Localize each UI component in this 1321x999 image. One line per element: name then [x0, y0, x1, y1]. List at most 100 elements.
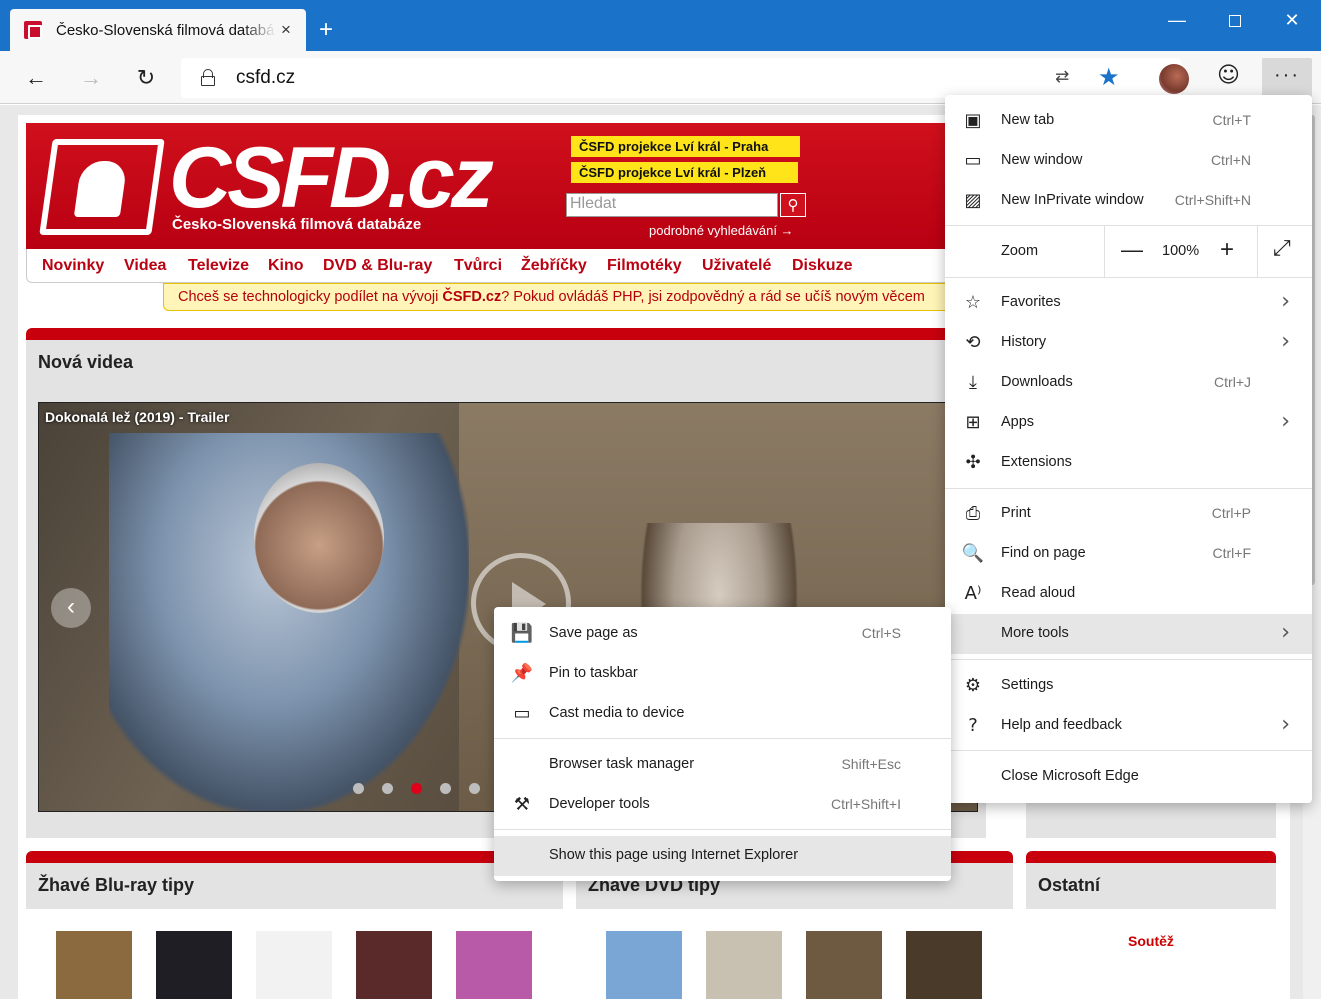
- movie-poster[interactable]: [156, 931, 232, 999]
- slider-dot[interactable]: [382, 783, 393, 794]
- nav-diskuze[interactable]: Diskuze: [792, 257, 852, 275]
- url-text[interactable]: csfd.cz: [236, 67, 295, 89]
- nav-videa[interactable]: Videa: [124, 257, 166, 275]
- favorite-star-icon[interactable]: ★: [1098, 63, 1120, 91]
- zoom-out-button[interactable]: —: [1121, 237, 1143, 263]
- movie-poster[interactable]: [56, 931, 132, 999]
- menu-label: Read aloud: [1001, 585, 1076, 601]
- submenu-label: Save page as: [549, 625, 638, 641]
- menu-inprivate-window[interactable]: ▨ New InPrivate window Ctrl+Shift+N: [945, 181, 1312, 221]
- settings-more-button[interactable]: ···: [1262, 58, 1312, 98]
- submenu-shortcut: Ctrl+Shift+I: [830, 796, 901, 812]
- nav-televize[interactable]: Televize: [188, 257, 249, 275]
- movie-poster[interactable]: [806, 931, 882, 999]
- menu-label: Settings: [1001, 677, 1054, 693]
- bluray-tips-box: Žhavé Blu-ray tipy: [26, 851, 563, 999]
- menu-divider: [945, 750, 1312, 751]
- advanced-search-link[interactable]: podrobné vyhledávání →: [649, 223, 794, 238]
- submenu-label: Show this page using Internet Explorer: [549, 847, 799, 863]
- menu-more-tools[interactable]: More tools ›: [945, 614, 1312, 654]
- forward-button[interactable]: →: [74, 61, 108, 95]
- promo-link-praha[interactable]: ČSFD projekce Lví král - Praha: [571, 136, 800, 157]
- menu-read-aloud[interactable]: A⁾ Read aloud: [945, 574, 1312, 614]
- chevron-right-icon: ›: [1281, 620, 1290, 645]
- notice-brand: ČSFD.cz: [442, 289, 502, 305]
- submenu-divider: [494, 829, 951, 830]
- refresh-button[interactable]: ↻: [129, 61, 163, 95]
- lock-icon[interactable]: [201, 69, 215, 86]
- new-tab-button[interactable]: +: [312, 16, 340, 44]
- submenu-cast-media[interactable]: ▭ Cast media to device: [494, 694, 951, 734]
- movie-poster[interactable]: [256, 931, 332, 999]
- notice-text: Chceš se technologicky podílet na vývoji: [178, 289, 443, 305]
- minimize-button[interactable]: —: [1148, 0, 1206, 40]
- submenu-pin-taskbar[interactable]: 📌 Pin to taskbar: [494, 654, 951, 694]
- submenu-save-page[interactable]: 💾 Save page as Ctrl+S: [494, 614, 951, 654]
- nav-zebricky[interactable]: Žebříčky: [521, 257, 587, 275]
- browser-tab[interactable]: Česko-Slovenská filmová databáze ×: [10, 9, 306, 51]
- movie-poster[interactable]: [706, 931, 782, 999]
- menu-new-tab[interactable]: ▣ New tab Ctrl+T: [945, 101, 1312, 141]
- nav-uzivatele[interactable]: Uživatelé: [702, 257, 771, 275]
- print-icon: ⎙: [965, 503, 981, 524]
- csfd-logo-icon[interactable]: [39, 139, 165, 235]
- nav-filmoteky[interactable]: Filmotéky: [607, 257, 682, 275]
- menu-settings[interactable]: ⚙ Settings: [945, 666, 1312, 706]
- nav-tvurci[interactable]: Tvůrci: [454, 257, 502, 275]
- cast-icon: ▭: [513, 703, 531, 724]
- previous-video-button[interactable]: ‹: [51, 588, 91, 628]
- menu-new-window[interactable]: ▭ New window Ctrl+N: [945, 141, 1312, 181]
- video-title[interactable]: Dokonalá lež (2019) - Trailer: [45, 409, 229, 425]
- menu-find-on-page[interactable]: 🔍 Find on page Ctrl+F: [945, 534, 1312, 574]
- new-videos-heading: Nová videa: [26, 340, 986, 386]
- menu-close-edge[interactable]: Close Microsoft Edge: [945, 757, 1312, 797]
- site-search-button[interactable]: ⚲: [780, 193, 806, 217]
- menu-label: New window: [1001, 152, 1083, 168]
- submenu-task-manager[interactable]: Browser task manager Shift+Esc: [494, 745, 951, 785]
- menu-favorites[interactable]: ☆ Favorites ›: [945, 283, 1312, 323]
- zoom-in-button[interactable]: +: [1220, 236, 1234, 264]
- slider-dot[interactable]: [411, 783, 422, 794]
- back-button[interactable]: ←: [19, 61, 53, 95]
- submenu-developer-tools[interactable]: ⚒ Developer tools Ctrl+Shift+I: [494, 785, 951, 825]
- feedback-smiley-icon[interactable]: ☺: [1217, 63, 1240, 88]
- menu-help-feedback[interactable]: ? Help and feedback ›: [945, 706, 1312, 746]
- menu-print[interactable]: ⎙ Print Ctrl+P: [945, 494, 1312, 534]
- movie-poster[interactable]: [606, 931, 682, 999]
- translate-icon[interactable]: ⇄: [1055, 67, 1069, 87]
- slider-dot[interactable]: [353, 783, 364, 794]
- fullscreen-icon[interactable]: ⤢: [1273, 236, 1291, 261]
- nav-dvd-bluray[interactable]: DVD & Blu-ray: [323, 257, 432, 275]
- maximize-button[interactable]: [1206, 0, 1264, 40]
- menu-zoom-row: Zoom — 100% + ⤢: [945, 226, 1312, 277]
- slider-dot[interactable]: [440, 783, 451, 794]
- movie-poster[interactable]: [356, 931, 432, 999]
- profile-avatar[interactable]: [1159, 64, 1189, 94]
- menu-extensions[interactable]: ✣ Extensions: [945, 443, 1312, 483]
- nav-novinky[interactable]: Novinky: [42, 257, 104, 275]
- chevron-right-icon: ›: [1281, 712, 1290, 737]
- movie-poster[interactable]: [906, 931, 982, 999]
- menu-history[interactable]: ⟲ History ›: [945, 323, 1312, 363]
- close-tab-icon[interactable]: ×: [276, 20, 296, 40]
- contest-link[interactable]: Soutěž: [1026, 933, 1276, 949]
- close-window-button[interactable]: ✕: [1263, 0, 1321, 40]
- site-search-input[interactable]: Hledat: [566, 193, 778, 217]
- menu-apps[interactable]: ⊞ Apps ›: [945, 403, 1312, 443]
- slider-dot[interactable]: [469, 783, 480, 794]
- menu-label: History: [1001, 334, 1047, 350]
- promo-link-plzen[interactable]: ČSFD projekce Lví král - Plzeň: [571, 162, 798, 183]
- slider-dots: [353, 781, 498, 795]
- movie-poster[interactable]: [456, 931, 532, 999]
- menu-downloads[interactable]: ⤓ Downloads Ctrl+J: [945, 363, 1312, 403]
- submenu-ie-mode[interactable]: Show this page using Internet Explorer: [494, 836, 951, 876]
- menu-shortcut: Ctrl+J: [1214, 374, 1251, 390]
- developer-tools-icon: ⚒: [513, 794, 531, 815]
- help-question-icon: ?: [968, 715, 978, 736]
- site-logo[interactable]: CSFD.cz: [169, 129, 494, 228]
- menu-divider: [945, 277, 1312, 278]
- menu-divider: [945, 659, 1312, 660]
- address-bar[interactable]: csfd.cz ⇄ ★: [181, 58, 1181, 98]
- nav-kino[interactable]: Kino: [268, 257, 304, 275]
- site-subtitle: Česko-Slovenská filmová databáze: [172, 216, 422, 233]
